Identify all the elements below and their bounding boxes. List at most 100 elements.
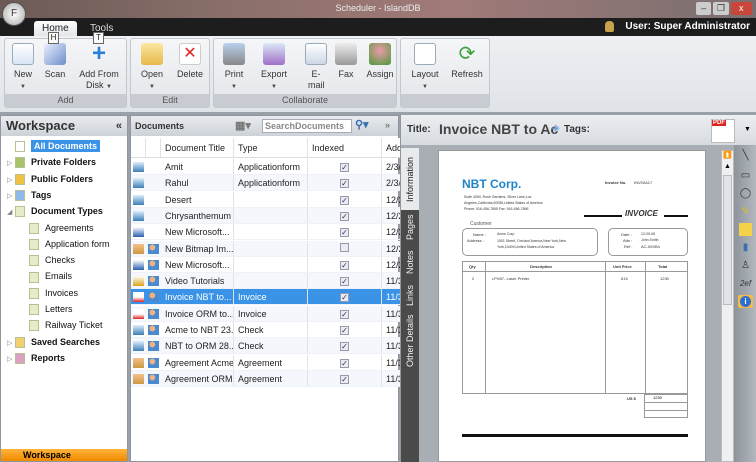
cell-type [234, 256, 308, 272]
table-row[interactable]: Agreement Acme Agreement ✓ 11/3 [131, 354, 402, 371]
tree-item[interactable]: All Documents [7, 138, 101, 154]
table-row[interactable]: Agreement ORM Agreement ✓ 11/3 [131, 370, 402, 387]
highlighter-tool-icon[interactable]: ✎ [739, 205, 752, 218]
user-stamp-tool-icon[interactable]: ♙ [739, 259, 752, 272]
invoice-meta-box: Date : 12-09-08 Attn : John Smith Ref : AC-… [608, 228, 688, 256]
tree-item[interactable]: Emails [29, 268, 72, 284]
indexed-checkbox[interactable]: ✓ [340, 277, 349, 287]
table-row[interactable]: Video Tutorials ✓ 11/3 [131, 273, 402, 290]
viewer-menu-dropdown[interactable]: ▼ [744, 126, 751, 133]
table-row[interactable]: Rahul Applicationform ✓ 2/3/ [131, 175, 402, 192]
side-tab-other-details[interactable]: Other Details [401, 310, 419, 372]
indexed-checkbox[interactable]: ✓ [340, 260, 349, 270]
view-mode-icon[interactable]: ▦▾ [235, 119, 251, 133]
expand-arrow-icon[interactable]: ▷ [7, 352, 15, 368]
tree-item[interactable]: ▷ Private Folders [7, 154, 96, 170]
indexed-checkbox[interactable]: ✓ [340, 293, 349, 303]
email-button[interactable]: E-mail [302, 43, 330, 91]
scroll-top-button[interactable]: ⏫ [722, 151, 733, 163]
assigned-users-icon [148, 276, 159, 287]
indexed-checkbox[interactable]: ✓ [340, 309, 349, 319]
tree-item[interactable]: ▷ Public Folders [7, 171, 93, 187]
cell-title: Desert [161, 191, 234, 207]
invoice-company: NBT Corp. [462, 177, 522, 191]
table-row[interactable]: New Microsoft... ✓ 12/2 [131, 256, 402, 273]
column-header-type[interactable]: Type [234, 138, 308, 157]
ellipse-tool-icon[interactable]: ◯ [739, 187, 752, 200]
table-row[interactable]: Invoice ORM to... Invoice ✓ 11/3 [131, 305, 402, 322]
tree-item[interactable]: Checks [29, 252, 75, 268]
sticky-note-tool-icon[interactable] [739, 223, 752, 236]
indexed-checkbox[interactable]: ✓ [340, 211, 349, 221]
scroll-up-button[interactable]: ▲ [722, 163, 733, 175]
indexed-checkbox[interactable]: ✓ [340, 342, 349, 352]
rectangle-tool-icon[interactable]: ▭ [739, 169, 752, 182]
close-button[interactable]: x [730, 2, 752, 15]
table-row[interactable]: New Bitmap Im... 12/2 [131, 240, 402, 257]
column-header-indexed[interactable]: Indexed [308, 138, 382, 157]
table-row[interactable]: Invoice NBT to... Invoice ✓ 11/3 [131, 289, 402, 306]
file-type-icon [133, 243, 144, 254]
workspace-nav-button[interactable]: Workspace [1, 449, 127, 461]
more-options-icon[interactable]: » [385, 118, 390, 132]
side-tab-information[interactable]: Information [401, 148, 419, 210]
tree-item[interactable]: Application form [29, 236, 110, 252]
application-menu-button[interactable]: F [2, 2, 26, 26]
search-icon[interactable]: ⚲▾ [355, 118, 369, 132]
expand-arrow-icon[interactable]: ◢ [7, 205, 15, 221]
date-label: Date : [621, 232, 632, 237]
tree-item[interactable]: ◢ Document Types [7, 203, 103, 219]
cell-added: 11/3 [382, 322, 402, 337]
fax-button[interactable]: Fax [332, 43, 360, 80]
tree-item[interactable]: Railway Ticket [29, 317, 103, 333]
table-row[interactable]: NBT to ORM 28... Check ✓ 11/3 [131, 338, 402, 355]
tree-item[interactable]: Agreements [29, 220, 94, 236]
line-tool-icon[interactable]: ╲ [739, 149, 752, 162]
indexed-checkbox[interactable]: ✓ [340, 326, 349, 335]
signature-tool-icon[interactable]: 2ef [739, 277, 752, 290]
refresh-button[interactable]: ⟳ Refresh [449, 43, 485, 80]
indexed-checkbox[interactable]: ✓ [340, 374, 349, 384]
workspace-panel: Workspace « All Documents ▷ Private Folders… [0, 115, 128, 462]
indexed-checkbox[interactable]: ✓ [340, 163, 349, 172]
scan-button[interactable]: Scan [41, 43, 69, 80]
table-row[interactable]: Amit Applicationform ✓ 2/3/ [131, 159, 402, 175]
new-button[interactable]: New ▼ [9, 43, 37, 93]
assign-button[interactable]: Assign [364, 43, 396, 80]
viewer-scrollbar[interactable]: ⏫ ▲ [721, 150, 734, 462]
tree-item[interactable]: ▷ Tags [7, 187, 51, 203]
tree-item[interactable]: Invoices [29, 285, 78, 301]
table-row[interactable]: Chrysanthemum ✓ 12/2 [131, 207, 402, 224]
info-tool-icon[interactable]: i [738, 295, 753, 308]
column-header-added[interactable]: Add [382, 138, 402, 157]
side-tab-links[interactable]: Links [401, 280, 419, 310]
indexed-checkbox[interactable]: ✓ [340, 179, 349, 189]
layout-button[interactable]: Layout ▼ [407, 43, 443, 93]
add-from-disk-button[interactable]: + Add From Disk ▼ [75, 42, 123, 93]
table-row[interactable]: Acme to NBT 23... Check ✓ 11/3 [131, 322, 402, 338]
document-title-value[interactable]: Invoice NBT to Ac [439, 121, 558, 137]
side-tab-pages[interactable]: Pages [401, 210, 419, 245]
scroll-thumb[interactable] [723, 175, 732, 305]
column-header-title[interactable]: Document Title [161, 138, 234, 157]
print-button[interactable]: Print ▼ [220, 43, 248, 93]
minimize-button[interactable]: – [696, 2, 712, 15]
table-row[interactable]: Desert ✓ 12/2 [131, 191, 402, 208]
indexed-checkbox[interactable]: ✓ [340, 195, 349, 205]
search-input[interactable]: SearchDocuments [262, 119, 352, 133]
export-button[interactable]: Export ▼ [258, 43, 290, 93]
table-row[interactable]: New Microsoft... ✓ 12/2 [131, 224, 402, 241]
tree-item[interactable]: Letters [29, 301, 73, 317]
indexed-checkbox[interactable]: ✓ [340, 358, 349, 368]
indexed-checkbox[interactable]: ✓ [340, 228, 349, 238]
tree-item[interactable]: ▷ Reports [7, 350, 65, 366]
delete-button[interactable]: ✕ Delete [173, 43, 207, 80]
restore-button[interactable]: ❐ [713, 2, 729, 15]
name-label: Name : [473, 232, 486, 237]
stamp-tool-icon[interactable]: ▮ [739, 241, 752, 254]
side-tab-notes[interactable]: Notes [401, 245, 419, 280]
indexed-checkbox[interactable] [340, 242, 349, 252]
tree-item[interactable]: ▷ Saved Searches [7, 334, 100, 350]
open-button[interactable]: Open ▼ [137, 43, 167, 93]
collapse-panel-button[interactable]: « [116, 116, 122, 136]
